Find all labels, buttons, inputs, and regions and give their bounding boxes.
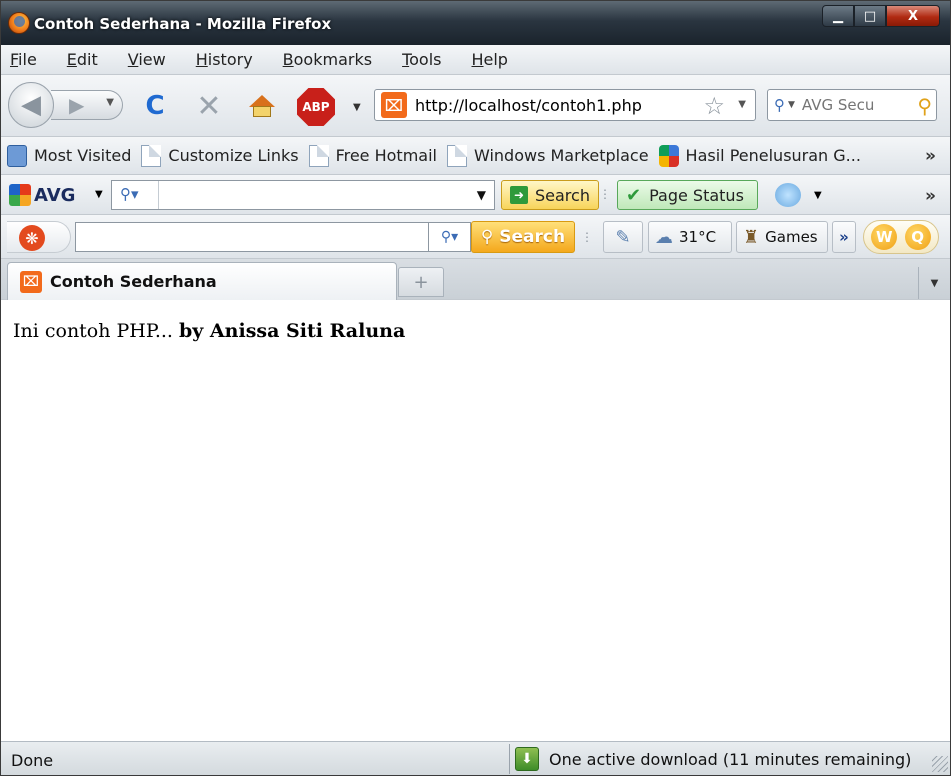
check-icon: ✔ [626, 184, 642, 206]
adblock-plus-icon[interactable]: ABP [297, 88, 335, 126]
home-icon[interactable] [247, 91, 277, 121]
minimize-button[interactable]: ▁ [822, 5, 854, 27]
page-status-button[interactable]: ✔ Page Status [617, 180, 758, 210]
page-content: Ini contoh PHP... by Anissa Siti Raluna [1, 300, 950, 741]
extension-logo[interactable]: ❋ [7, 221, 71, 253]
extension-search-button[interactable]: ⚲ Search [471, 221, 575, 253]
bookmark-windows-marketplace[interactable]: Windows Marketplace [446, 144, 649, 167]
history-dropdown-icon[interactable]: ▼ [106, 97, 114, 108]
extension-toolbar: ❋ ⚲▾ ⚲ Search ⋮ ✎ ☁ 31°C ♜ Games » W Q [1, 215, 950, 259]
extension-widget-group: W Q [863, 220, 939, 254]
forward-arrow-icon: ▶ [69, 93, 85, 117]
tab-contoh-sederhana[interactable]: ⌧ Contoh Sederhana [7, 262, 397, 300]
avg-search-button[interactable]: ➜ Search [501, 180, 599, 210]
avg-toolbar: AVG ▼ ⚲▾ ▼ ➜ Search ⋮ ✔ Page Status ▼ » [1, 175, 950, 215]
search-engine-icon[interactable]: ⚲ [774, 96, 785, 114]
navigation-toolbar: ▶ ▼ ◀ C ✕ ABP ▼ ⌧ ☆ ▼ ⚲ ▼ ⚲ [1, 75, 950, 137]
toolbar-separator-icon: ⋮ [581, 230, 593, 244]
w-widget-icon[interactable]: W [871, 224, 898, 250]
avg-search-history-dropdown-icon[interactable]: ▼ [477, 188, 486, 202]
download-status-text: One active download (11 minutes remainin… [549, 749, 912, 769]
bookmark-most-visited[interactable]: Most Visited [7, 144, 131, 167]
most-visited-icon [7, 144, 27, 167]
back-arrow-icon: ◀ [21, 90, 41, 120]
page-icon [446, 144, 467, 167]
close-button[interactable]: X [886, 5, 940, 27]
title-bar: Contoh Sederhana - Mozilla Firefox ▁ □ X [1, 1, 950, 45]
toolbar-separator-icon: ⋮ [599, 187, 611, 201]
menu-bar: File Edit View History Bookmarks Tools H… [1, 45, 950, 75]
status-bar: Done ⬇ One active download (11 minutes r… [1, 741, 950, 775]
menu-bookmarks[interactable]: Bookmarks [280, 48, 375, 71]
arrow-right-icon: ➜ [510, 186, 528, 204]
search-bar[interactable]: ⚲ ▼ ⚲ [767, 89, 937, 121]
back-button[interactable]: ◀ [8, 82, 54, 128]
search-icon: ⚲ [480, 227, 500, 247]
avg-logo[interactable]: AVG [9, 184, 75, 206]
menu-help[interactable]: Help [468, 48, 510, 71]
stop-icon[interactable]: ✕ [194, 89, 224, 124]
url-bar[interactable]: ⌧ ☆ ▼ [374, 89, 756, 121]
highlighter-button[interactable]: ✎ [603, 221, 643, 253]
menu-view[interactable]: View [125, 48, 169, 71]
avg-menu-dropdown-icon[interactable]: ▼ [95, 189, 103, 200]
avg-overflow-chevron-icon[interactable]: » [925, 186, 936, 206]
site-favicon-icon: ⌧ [20, 270, 42, 293]
joystick-icon: ♜ [743, 226, 760, 248]
highlighter-icon: ✎ [615, 226, 631, 248]
weather-cloud-icon: ☁ [655, 226, 673, 248]
new-tab-button[interactable]: + [398, 267, 444, 297]
browser-window: Contoh Sederhana - Mozilla Firefox ▁ □ X… [0, 0, 951, 776]
avg-search-field[interactable]: ⚲▾ ▼ [111, 180, 495, 210]
avg-update-dropdown-icon[interactable]: ▼ [814, 190, 822, 201]
content-paragraph: Ini contoh PHP... by Anissa Siti Raluna [13, 320, 405, 342]
bookmarks-overflow-chevron-icon[interactable]: » [925, 146, 936, 166]
search-go-icon[interactable]: ⚲ [917, 94, 932, 118]
avg-logo-icon [9, 184, 31, 206]
download-icon: ⬇ [515, 747, 539, 771]
site-favicon-icon: ⌧ [381, 92, 407, 118]
window-title: Contoh Sederhana - Mozilla Firefox [34, 15, 332, 33]
page-icon [141, 144, 162, 167]
search-icon[interactable]: ⚲▾ [120, 185, 139, 203]
bookmark-star-icon[interactable]: ☆ [703, 92, 725, 120]
firefox-icon [8, 12, 30, 34]
menu-history[interactable]: History [193, 48, 256, 71]
url-input[interactable] [415, 95, 685, 115]
avg-update-icon[interactable] [775, 183, 801, 207]
tab-bar: ⌧ Contoh Sederhana + ▼ [1, 259, 950, 300]
status-text: Done [11, 751, 54, 770]
author-text: by Anissa Siti Raluna [178, 320, 406, 342]
menu-file[interactable]: File [7, 48, 40, 71]
google-icon [658, 144, 679, 167]
extension-search-engine-icon[interactable]: ⚲▾ [429, 222, 471, 252]
tab-label: Contoh Sederhana [50, 272, 217, 291]
extension-logo-icon: ❋ [19, 225, 45, 251]
menu-tools[interactable]: Tools [399, 48, 444, 71]
maximize-button[interactable]: □ [854, 5, 886, 27]
weather-button[interactable]: ☁ 31°C [648, 221, 732, 253]
intro-text: Ini contoh PHP... [13, 320, 179, 342]
page-icon [308, 144, 329, 167]
bookmarks-toolbar: Most Visited Customize Links Free Hotmai… [1, 137, 950, 175]
search-input[interactable] [801, 96, 898, 114]
extension-search-input[interactable] [75, 222, 429, 252]
resize-grip-icon[interactable] [932, 756, 948, 772]
bookmark-customize-links[interactable]: Customize Links [141, 144, 299, 167]
menu-edit[interactable]: Edit [64, 48, 101, 71]
bookmark-hasil-penelusuran[interactable]: Hasil Penelusuran G... [658, 144, 861, 167]
extension-overflow-chevron-icon[interactable]: » [832, 221, 856, 253]
url-dropdown-icon[interactable]: ▼ [738, 99, 746, 110]
bookmark-free-hotmail[interactable]: Free Hotmail [308, 144, 437, 167]
list-all-tabs-icon[interactable]: ▼ [918, 267, 950, 299]
download-status[interactable]: ⬇ One active download (11 minutes remain… [515, 747, 911, 771]
forward-button[interactable]: ▶ ▼ [51, 90, 123, 120]
q-widget-icon[interactable]: Q [904, 224, 931, 250]
adblock-dropdown-icon[interactable]: ▼ [353, 102, 361, 113]
reload-icon[interactable]: C [140, 91, 170, 121]
games-button[interactable]: ♜ Games [736, 221, 828, 253]
search-engine-dropdown-icon[interactable]: ▼ [788, 100, 795, 110]
